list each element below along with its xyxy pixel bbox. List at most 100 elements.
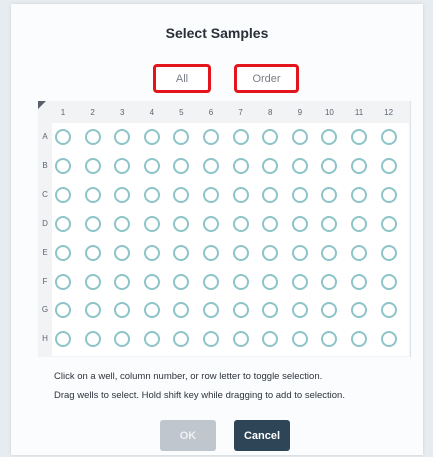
well-b2[interactable] [84, 157, 101, 174]
well-e5[interactable] [173, 244, 190, 261]
well-f10[interactable] [321, 273, 338, 290]
well-c3[interactable] [114, 186, 131, 203]
well-b3[interactable] [114, 157, 131, 174]
well-e9[interactable] [291, 244, 308, 261]
well-g2[interactable] [84, 302, 101, 319]
well-h1[interactable] [55, 331, 71, 348]
well-g11[interactable] [351, 302, 367, 319]
column-header-9[interactable]: 9 [290, 108, 310, 117]
well-g12[interactable] [380, 302, 397, 319]
well-b12[interactable] [380, 157, 397, 174]
well-d4[interactable] [143, 215, 160, 232]
well-g9[interactable] [291, 302, 308, 319]
well-d11[interactable] [351, 215, 367, 232]
well-c1[interactable] [55, 186, 71, 203]
row-header-d[interactable]: D [38, 219, 52, 228]
well-g1[interactable] [55, 302, 71, 319]
column-header-2[interactable]: 2 [83, 108, 103, 117]
row-header-h[interactable]: H [38, 334, 52, 343]
well-e3[interactable] [114, 244, 131, 261]
well-f5[interactable] [173, 273, 190, 290]
well-h8[interactable] [262, 331, 279, 348]
well-f2[interactable] [84, 273, 101, 290]
well-h3[interactable] [114, 331, 131, 348]
well-h5[interactable] [173, 331, 190, 348]
column-header-11[interactable]: 11 [349, 108, 369, 117]
cancel-button[interactable]: Cancel [234, 420, 290, 451]
ok-button[interactable]: OK [160, 420, 216, 451]
well-h12[interactable] [380, 331, 397, 348]
well-a11[interactable] [351, 129, 367, 145]
column-header-1[interactable]: 1 [53, 108, 73, 117]
well-h4[interactable] [143, 331, 160, 348]
well-a10[interactable] [321, 129, 338, 145]
row-header-e[interactable]: E [38, 248, 52, 257]
well-f11[interactable] [351, 273, 367, 290]
well-f1[interactable] [55, 273, 71, 290]
well-b6[interactable] [203, 157, 219, 174]
well-e2[interactable] [84, 244, 101, 261]
well-c12[interactable] [380, 186, 397, 203]
well-b8[interactable] [262, 157, 279, 174]
well-e10[interactable] [321, 244, 338, 261]
well-a7[interactable] [232, 129, 249, 145]
well-f4[interactable] [143, 273, 160, 290]
well-c6[interactable] [203, 186, 219, 203]
well-e4[interactable] [143, 244, 160, 261]
well-c9[interactable] [291, 186, 308, 203]
well-h2[interactable] [84, 331, 101, 348]
well-d2[interactable] [84, 215, 101, 232]
order-button[interactable]: Order [234, 64, 299, 93]
column-header-12[interactable]: 12 [379, 108, 399, 117]
well-h7[interactable] [232, 331, 249, 348]
well-b11[interactable] [351, 157, 367, 174]
well-a6[interactable] [203, 129, 219, 145]
well-d8[interactable] [262, 215, 279, 232]
row-header-f[interactable]: F [38, 277, 52, 286]
well-h9[interactable] [291, 331, 308, 348]
well-c10[interactable] [321, 186, 338, 203]
well-a4[interactable] [143, 129, 160, 145]
row-header-c[interactable]: C [38, 190, 52, 199]
well-a2[interactable] [84, 129, 101, 145]
well-a8[interactable] [262, 129, 279, 145]
well-c8[interactable] [262, 186, 279, 203]
well-c5[interactable] [173, 186, 190, 203]
well-f8[interactable] [262, 273, 279, 290]
well-h11[interactable] [351, 331, 367, 348]
well-e7[interactable] [232, 244, 249, 261]
well-a9[interactable] [291, 129, 308, 145]
well-g10[interactable] [321, 302, 338, 319]
well-a1[interactable] [55, 129, 71, 145]
well-f9[interactable] [291, 273, 308, 290]
well-a3[interactable] [114, 129, 131, 145]
well-h10[interactable] [321, 331, 338, 348]
row-header-a[interactable]: A [38, 132, 52, 141]
well-b9[interactable] [291, 157, 308, 174]
well-d7[interactable] [232, 215, 249, 232]
well-d10[interactable] [321, 215, 338, 232]
well-c2[interactable] [84, 186, 101, 203]
well-g3[interactable] [114, 302, 131, 319]
well-e11[interactable] [351, 244, 367, 261]
well-d6[interactable] [203, 215, 219, 232]
column-header-6[interactable]: 6 [201, 108, 221, 117]
well-f7[interactable] [232, 273, 249, 290]
well-g8[interactable] [262, 302, 279, 319]
plate-corner-marker[interactable] [38, 101, 46, 109]
well-d1[interactable] [55, 215, 71, 232]
row-header-g[interactable]: G [38, 305, 52, 314]
well-e6[interactable] [203, 244, 219, 261]
well-d5[interactable] [173, 215, 190, 232]
well-g7[interactable] [232, 302, 249, 319]
column-header-4[interactable]: 4 [142, 108, 162, 117]
well-c11[interactable] [351, 186, 367, 203]
well-g5[interactable] [173, 302, 190, 319]
well-b7[interactable] [232, 157, 249, 174]
well-f12[interactable] [380, 273, 397, 290]
well-g4[interactable] [143, 302, 160, 319]
well-b4[interactable] [143, 157, 160, 174]
well-b1[interactable] [55, 157, 71, 174]
well-d12[interactable] [380, 215, 397, 232]
well-b10[interactable] [321, 157, 338, 174]
